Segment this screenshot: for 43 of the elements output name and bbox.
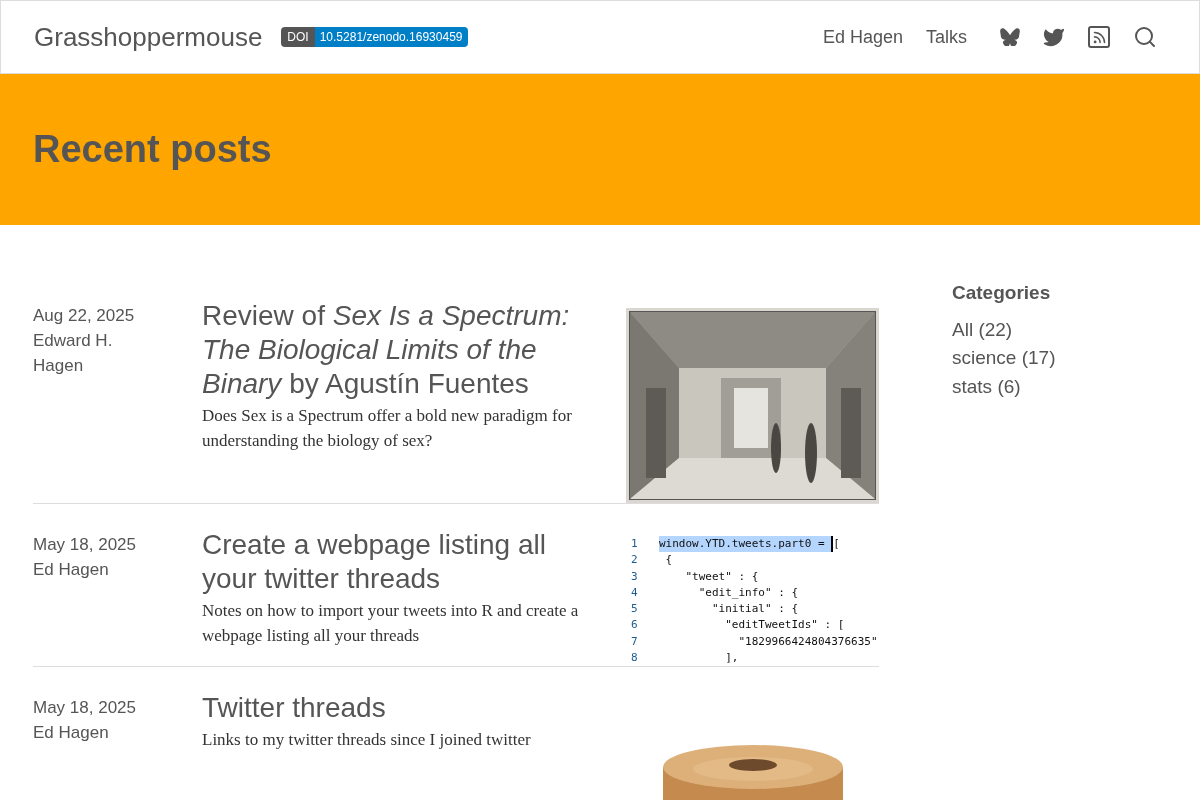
bird-icon[interactable]	[1043, 26, 1065, 48]
category-link[interactable]: stats (6)	[952, 372, 1056, 401]
post-author: Ed Hagen	[33, 559, 110, 581]
butterfly-icon[interactable]	[1000, 28, 1020, 46]
line-number: 2	[630, 552, 639, 569]
code-line: "initial" : {	[710, 601, 799, 618]
code-line: {	[664, 552, 673, 569]
post-date: May 18, 2025	[33, 697, 137, 720]
post-title[interactable]: Create a webpage listing all your twitter threads	[202, 528, 596, 596]
nav-link[interactable]: Ed Hagen	[822, 23, 903, 51]
line-number: 4	[630, 584, 639, 601]
doi-badge[interactable]: DOI 10.5281/zenodo.16930459	[281, 27, 468, 47]
code-line: "1829966424804376635"	[737, 633, 878, 650]
line-number: 6	[630, 617, 639, 634]
line-number: 7	[630, 633, 639, 650]
nav-link[interactable]: Talks	[926, 23, 967, 51]
post-title[interactable]: Twitter threads	[202, 691, 596, 726]
category-link[interactable]: science (17)	[952, 344, 1056, 373]
code-line: [	[831, 536, 840, 553]
post-description: Does Sex is a Spectrum offer a bold new paradigm for understanding the biology of sex?	[202, 405, 573, 452]
doi-value: 10.5281/zenodo.16930459	[314, 27, 468, 47]
line-number: 3	[630, 568, 639, 585]
rss-icon[interactable]	[1088, 26, 1110, 48]
page-title: Recent posts	[33, 127, 272, 172]
category-link[interactable]: All (22)	[952, 315, 1056, 344]
code-line: "tweet" : {	[684, 568, 759, 585]
post-author: Edward H. Hagen	[33, 330, 114, 377]
post-description: Links to my twitter threads since I joined twitter	[202, 729, 532, 752]
code-line: "edit_info" : {	[697, 584, 799, 601]
code-line: "editTweetIds" : [	[724, 617, 845, 634]
post-date: Aug 22, 2025	[33, 305, 136, 327]
code-line: ],	[724, 650, 739, 667]
doi-label: DOI	[281, 27, 315, 47]
site-title[interactable]: Grasshoppermouse	[34, 17, 263, 57]
post-date: May 18, 2025	[33, 534, 137, 556]
post-description: Notes on how to import your tweets into R and create a webpage listing all your threads	[202, 600, 580, 647]
categories-heading: Categories	[952, 281, 1052, 305]
post-author: Ed Hagen	[33, 722, 110, 745]
line-number: 5	[630, 601, 639, 618]
search-icon[interactable]	[1133, 25, 1157, 49]
line-number: 8	[630, 650, 639, 667]
line-number: 1	[630, 536, 639, 552]
post-title[interactable]: Review of Sex Is a Spectrum: The Biological Limits of the Binary by Agustín Fuentes	[202, 299, 596, 401]
